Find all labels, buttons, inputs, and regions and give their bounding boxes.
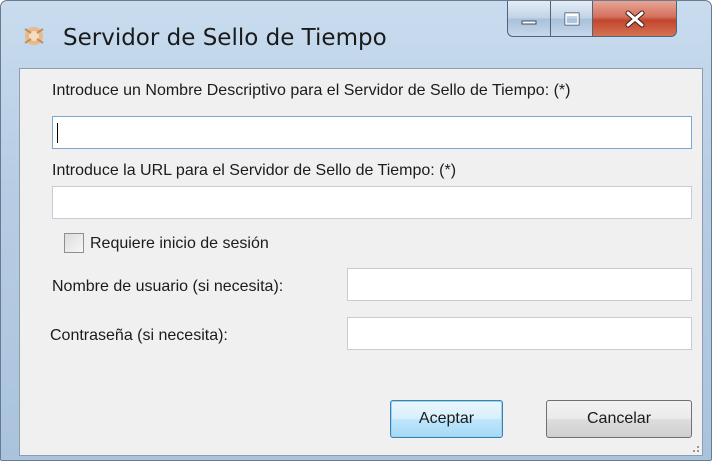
minimize-button[interactable] [507,1,551,37]
name-label: Introduce un Nombre Descriptivo para el … [52,82,571,99]
title-bar[interactable]: Servidor de Sello de Tiempo [1,1,711,61]
caption-buttons [507,1,705,39]
minimize-icon [521,20,537,24]
url-label: Introduce la URL para el Servidor de Sel… [52,162,457,179]
requires-login-label[interactable]: Requiere inicio de sesión [90,235,269,253]
text-caret [57,123,58,143]
password-input[interactable] [347,317,692,350]
username-input[interactable] [347,268,692,301]
close-icon [625,10,644,27]
username-label: Nombre de usuario (si necesita): [52,278,284,295]
window-title: Servidor de Sello de Tiempo [63,25,387,51]
certificate-seal-icon [24,27,44,45]
url-input[interactable] [52,186,692,219]
dialog-window: Servidor de Sello de Tiempo Introduce un… [0,0,712,461]
maximize-icon [564,12,579,25]
dialog-body: Introduce un Nombre Descriptivo para el … [19,68,703,456]
close-button[interactable] [593,1,677,37]
resize-grip-icon[interactable] [688,441,700,453]
cancel-button[interactable]: Cancelar [546,400,692,438]
name-input[interactable] [52,116,692,149]
password-label: Contraseña (si necesita): [50,327,228,344]
accept-button[interactable]: Aceptar [390,400,503,438]
requires-login-checkbox[interactable] [64,233,84,253]
maximize-button[interactable] [551,1,593,37]
